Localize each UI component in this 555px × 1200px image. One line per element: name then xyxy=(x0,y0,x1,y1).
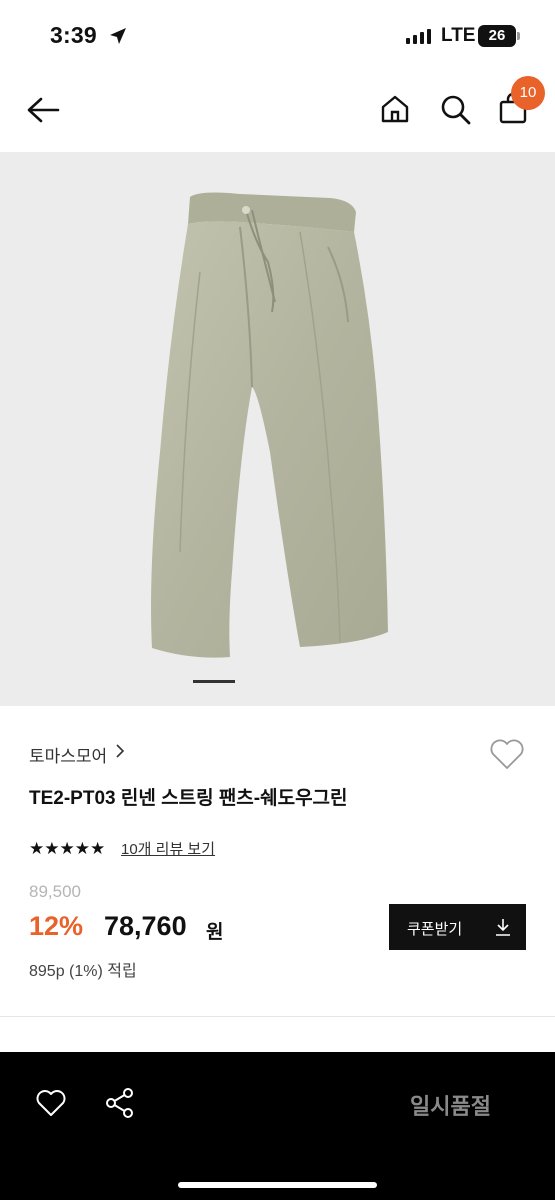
coupon-download-button[interactable]: 쿠폰받기 xyxy=(389,904,526,950)
back-arrow-icon[interactable] xyxy=(26,96,60,124)
sale-price: 78,760 xyxy=(104,911,187,941)
discount-rate: 12% xyxy=(29,911,84,941)
network-type: LTE xyxy=(441,25,476,46)
rating-stars: ★★★★★ xyxy=(29,839,106,858)
product-title: TE2-PT03 린넨 스트링 팬츠-쉐도우그린 xyxy=(29,788,348,809)
slide-indicator xyxy=(193,680,235,683)
search-icon[interactable] xyxy=(440,94,472,126)
original-price: 89,500 xyxy=(29,882,81,901)
cart-count-badge: 10 xyxy=(511,76,545,110)
top-nav xyxy=(0,70,555,152)
brand-link[interactable]: 토마스모어 xyxy=(29,742,107,767)
coupon-label: 쿠폰받기 xyxy=(407,921,463,938)
currency-label: 원 xyxy=(206,922,224,943)
heart-icon[interactable] xyxy=(36,1089,66,1117)
review-link[interactable]: 10개 리뷰 보기 xyxy=(121,838,215,859)
location-arrow-icon xyxy=(110,28,126,44)
share-icon[interactable] xyxy=(105,1087,135,1119)
status-time: 3:39 xyxy=(50,22,97,48)
bottom-action-bar: 일시품절 xyxy=(0,1052,555,1200)
wishlist-heart-icon[interactable] xyxy=(489,738,525,770)
home-icon[interactable] xyxy=(380,94,410,124)
soldout-button[interactable]: 일시품절 xyxy=(410,1089,491,1121)
chevron-right-icon[interactable] xyxy=(115,743,125,759)
product-image[interactable] xyxy=(0,152,555,706)
battery-icon: 26 xyxy=(478,25,520,47)
status-bar: 3:39 LTE 26 xyxy=(0,0,555,70)
home-indicator xyxy=(178,1182,377,1188)
section-divider xyxy=(0,1016,555,1017)
signal-bars-icon xyxy=(406,29,431,44)
download-icon xyxy=(496,919,510,936)
points-info: 895p (1%) 적립 xyxy=(29,963,137,980)
linen-pants-image xyxy=(151,192,388,658)
